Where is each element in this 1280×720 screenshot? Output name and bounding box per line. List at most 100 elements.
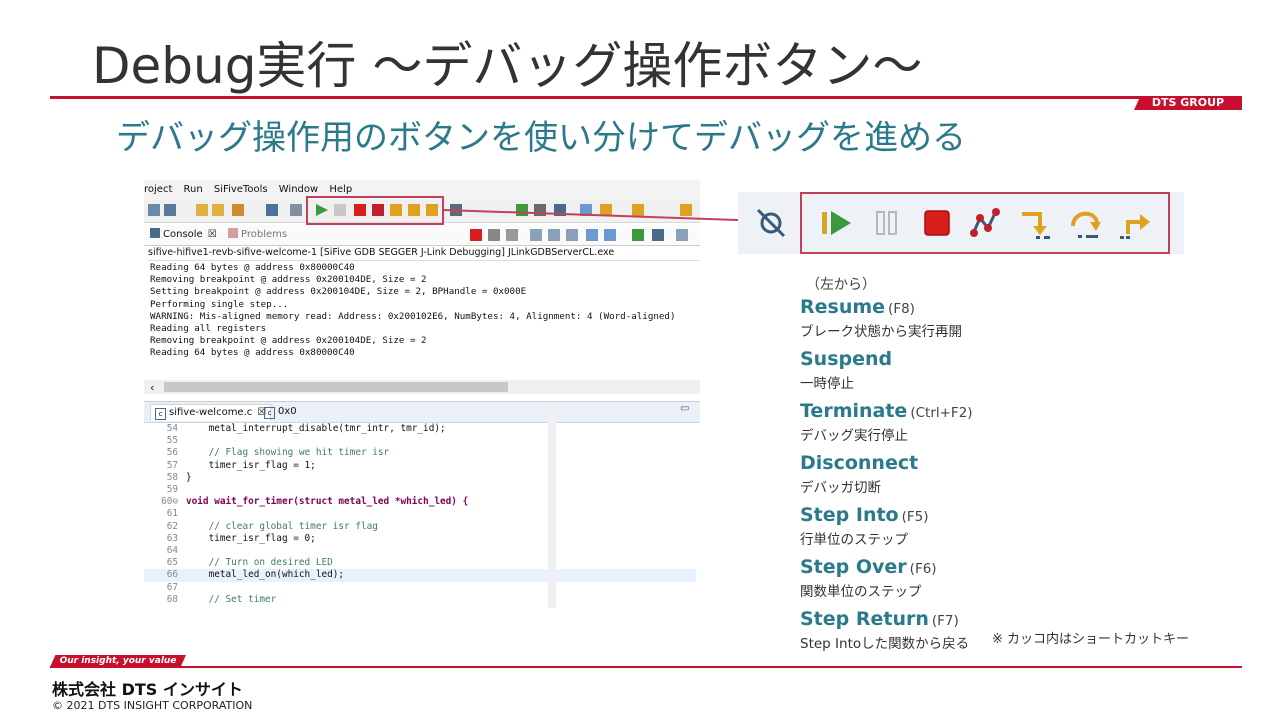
order-note: （左から）: [806, 277, 876, 293]
code-line[interactable]: 62 // clear global timer isr flag: [144, 521, 696, 533]
company-logo: 株式会社 DTS インサイト: [52, 680, 243, 699]
code-text: timer_isr_flag = 0;: [186, 532, 316, 544]
button-name-text: Step Over: [800, 556, 907, 578]
suspend-icon[interactable]: [870, 206, 904, 240]
step-into-icon[interactable]: [1018, 206, 1052, 240]
folder-icon[interactable]: [196, 204, 208, 216]
close-icon[interactable]: ☒: [208, 229, 217, 240]
shortcut-note: ※ カッコ内はショートカットキー: [992, 632, 1190, 647]
page-title: Debug実行 ～デバッグ操作ボタン～: [92, 37, 923, 95]
button-name-disconnect: Disconnect: [800, 452, 918, 474]
code-line[interactable]: 68 // Set timer: [144, 594, 696, 606]
shortcut-key: (F8): [888, 301, 915, 317]
skip-breakpoints-icon[interactable]: [752, 204, 790, 242]
code-line[interactable]: 56 // Flag showing we hit timer isr: [144, 447, 696, 459]
resume-icon[interactable]: [820, 206, 854, 240]
button-name-text: Disconnect: [800, 452, 919, 474]
line-number: 56: [166, 447, 178, 459]
problems-icon: [228, 228, 238, 238]
skip-breakpoints-icon[interactable]: [290, 204, 302, 216]
code-text: // clear global timer isr flag: [186, 520, 378, 532]
code-line[interactable]: 61: [144, 508, 696, 520]
display-icon[interactable]: [266, 204, 278, 216]
button-name-text: Step Return: [800, 608, 929, 630]
code-text: metal_led_on(which_led);: [186, 569, 345, 581]
footer-divider: [50, 666, 1242, 668]
line-number: 59: [166, 484, 178, 495]
code-text: // Set timer: [186, 593, 277, 605]
editor-vertical-scrollbar[interactable]: [548, 410, 556, 608]
copyright: © 2021 DTS INSIGHT CORPORATION: [52, 699, 253, 712]
code-text: timer_isr_flag = 1;: [186, 459, 316, 471]
code-line[interactable]: 66 metal_led_on(which_led);: [144, 569, 696, 582]
console-icon: [150, 228, 160, 238]
code-line[interactable]: 64: [144, 545, 696, 557]
line-number: 54: [166, 423, 178, 434]
minimize-icon[interactable]: ▭: [680, 403, 689, 414]
code-line[interactable]: 57 timer_isr_flag = 1;: [144, 460, 696, 472]
tab-sifive-welcome-c[interactable]: c sifive-welcome.c ☒: [150, 404, 272, 421]
console-line: Reading 64 bytes @ address 0x80000C40: [150, 262, 355, 273]
line-number: 61: [166, 508, 178, 520]
open-icon[interactable]: [212, 204, 224, 216]
console-line: Reading 64 bytes @ address 0x80000C40: [150, 347, 355, 359]
shortcut-key: (F5): [901, 509, 929, 525]
console-line: Removing breakpoint @ address 0x200104DE…: [150, 274, 427, 286]
code-text: metal_interrupt_disable(tmr_intr, tmr_id…: [186, 423, 446, 434]
title-divider: [50, 96, 1242, 99]
step-return-icon[interactable]: [1118, 206, 1152, 240]
console-line: WARNING: Mis-aligned memory read: Addres…: [150, 310, 676, 322]
console-title: sifive-hifive1-revb-sifive-welcome-1 [Si…: [148, 246, 700, 261]
button-name-text: Resume: [800, 296, 886, 318]
c-file-icon: c: [155, 408, 166, 420]
line-number: 58: [166, 471, 178, 483]
code-line[interactable]: 54 metal_interrupt_disable(tmr_intr, tmr…: [144, 423, 696, 435]
code-editor[interactable]: 54 metal_interrupt_disable(tmr_intr, tmr…: [144, 423, 700, 608]
tab-0x0[interactable]: c 0x0: [264, 404, 297, 420]
code-line[interactable]: 67: [144, 582, 696, 594]
menu-item-sifivetools[interactable]: SiFiveTools: [214, 180, 268, 200]
line-number: 65: [166, 557, 178, 569]
line-number: 64: [166, 545, 178, 556]
line-number: 68: [166, 593, 178, 605]
menu-item-project[interactable]: roject: [144, 180, 172, 200]
code-text: // Flag showing we hit timer isr: [186, 447, 390, 459]
group-tag: DTS GROUP: [1134, 96, 1242, 110]
button-name-suspend: Suspend: [800, 348, 892, 370]
line-number: 62: [166, 520, 178, 532]
view-icon[interactable]: [148, 204, 160, 216]
code-line[interactable]: 55: [144, 435, 696, 447]
code-line[interactable]: 65 // Turn on desired LED: [144, 557, 696, 569]
code-line[interactable]: 59: [144, 484, 696, 496]
shortcut-key: (F7): [931, 613, 959, 629]
code-line[interactable]: 60⊖ void wait_for_timer(struct metal_led …: [144, 496, 696, 508]
button-description: 一時停止: [800, 376, 854, 392]
code-line[interactable]: 63 timer_isr_flag = 0;: [144, 533, 696, 545]
disconnect-icon[interactable]: [968, 206, 1002, 240]
menu-item-run[interactable]: Run: [184, 180, 203, 200]
step-over-icon[interactable]: [1068, 206, 1102, 240]
shortcut-key: (F6): [909, 561, 937, 577]
console-line: Performing single step...: [150, 298, 289, 310]
code-line[interactable]: 58}: [144, 472, 696, 484]
button-description: Step Intoした関数から戻る: [800, 636, 970, 652]
tab-console[interactable]: Console ☒: [150, 227, 217, 243]
console-line: Setting breakpoint @ address 0x200104DE,…: [150, 286, 527, 298]
line-number: 66: [166, 569, 178, 581]
code-text: void wait_for_timer(struct metal_led *wh…: [186, 496, 469, 508]
monitor-icon[interactable]: [164, 204, 176, 216]
tab-problems[interactable]: Problems: [228, 227, 287, 243]
rocket-icon[interactable]: [232, 204, 244, 216]
button-description: 関数単位のステップ: [800, 584, 922, 600]
terminate-icon[interactable]: [920, 206, 954, 240]
button-description: 行単位のステップ: [800, 532, 908, 548]
button-name-text: Suspend: [800, 348, 893, 370]
scrollbar-thumb[interactable]: [164, 382, 508, 392]
line-number: 60⊖: [161, 496, 178, 508]
ide-screenshot: roject Run SiFiveTools Window Help Conso…: [144, 180, 700, 608]
button-description: ブレーク状態から実行再開: [800, 324, 962, 340]
button-name-text: Terminate: [800, 400, 908, 422]
scroll-left-icon[interactable]: ‹: [150, 381, 154, 394]
console-line: Reading all registers: [150, 323, 267, 335]
button-description: デバッガ切断: [800, 480, 881, 496]
